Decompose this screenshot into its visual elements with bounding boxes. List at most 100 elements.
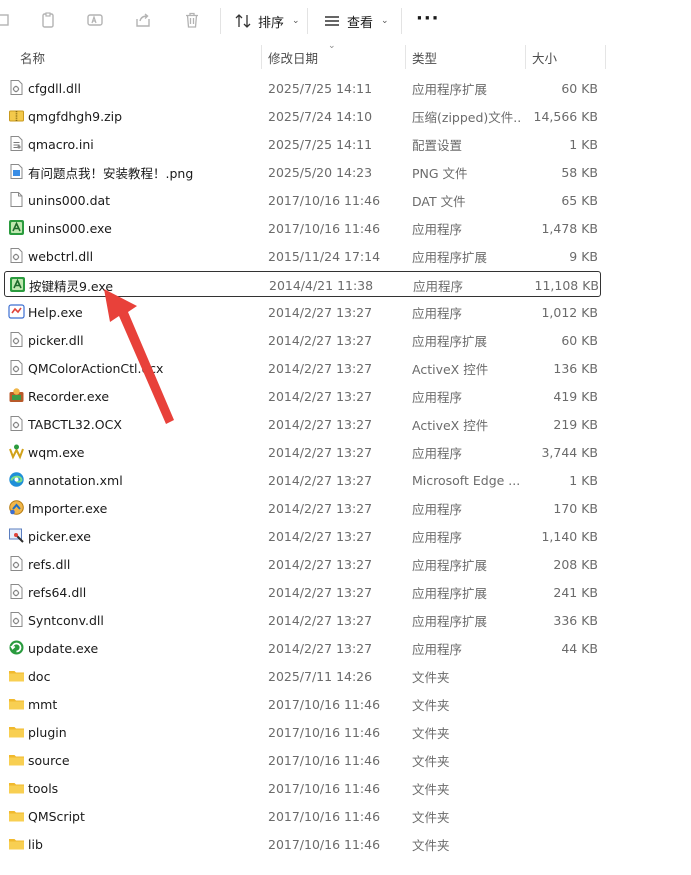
table-row[interactable]: refs64.dll 2014/2/27 13:27 应用程序扩展 241 KB bbox=[4, 579, 601, 605]
table-row[interactable]: picker.dll 2014/2/27 13:27 应用程序扩展 60 KB bbox=[4, 327, 601, 353]
file-name: mmt bbox=[28, 696, 58, 712]
file-date: 2017/10/16 11:46 bbox=[268, 808, 381, 824]
toolbar-separator bbox=[307, 8, 308, 34]
cut-icon[interactable] bbox=[0, 10, 14, 30]
app-green-icon bbox=[9, 276, 26, 293]
file-name: Importer.exe bbox=[28, 500, 108, 516]
file-date: 2017/10/16 11:46 bbox=[268, 724, 381, 740]
file-name: source bbox=[28, 752, 70, 768]
table-row[interactable]: QMScript 2017/10/16 11:46 文件夹 bbox=[4, 803, 601, 829]
column-divider[interactable] bbox=[261, 45, 262, 69]
file-size bbox=[524, 803, 598, 829]
file-type: 应用程序扩展 bbox=[412, 333, 488, 349]
table-row[interactable]: Syntconv.dll 2014/2/27 13:27 应用程序扩展 336 KB bbox=[4, 607, 601, 633]
file-size: 219 KB bbox=[553, 416, 598, 432]
file-name: Help.exe bbox=[28, 304, 83, 320]
file-type: 应用程序扩展 bbox=[412, 249, 488, 265]
file-type: 应用程序扩展 bbox=[412, 557, 488, 573]
file-name: qmgfdhgh9.zip bbox=[28, 108, 123, 124]
file-type: 应用程序 bbox=[412, 445, 463, 461]
table-row[interactable]: unins000.dat 2017/10/16 11:46 DAT 文件 65 KB bbox=[4, 187, 601, 213]
table-row[interactable]: picker.exe 2014/2/27 13:27 应用程序 1,140 KB bbox=[4, 523, 601, 549]
file-date: 2017/10/16 11:46 bbox=[268, 780, 381, 796]
column-divider[interactable] bbox=[605, 45, 606, 69]
file-name: refs.dll bbox=[28, 556, 71, 572]
table-row[interactable]: refs.dll 2014/2/27 13:27 应用程序扩展 208 KB bbox=[4, 551, 601, 577]
file-date: 2014/2/27 13:27 bbox=[268, 640, 373, 656]
file-date: 2014/2/27 13:27 bbox=[268, 444, 373, 460]
column-header-size[interactable]: 大小 bbox=[532, 43, 557, 71]
file-date: 2014/2/27 13:27 bbox=[268, 500, 373, 516]
toolbar-separator bbox=[401, 8, 402, 34]
file-type: 应用程序扩展 bbox=[412, 613, 488, 629]
table-row-selected[interactable]: 按键精灵9.exe 2014/4/21 11:38 应用程序 11,108 KB bbox=[4, 271, 601, 297]
table-row[interactable]: annotation.xml 2014/2/27 13:27 Microsoft E… bbox=[4, 467, 601, 493]
file-size: 44 KB bbox=[561, 640, 598, 656]
table-row[interactable]: mmt 2017/10/16 11:46 文件夹 bbox=[4, 691, 601, 717]
file-name: tools bbox=[28, 780, 59, 796]
table-row[interactable]: Recorder.exe 2014/2/27 13:27 应用程序 419 KB bbox=[4, 383, 601, 409]
table-row[interactable]: tools 2017/10/16 11:46 文件夹 bbox=[4, 775, 601, 801]
column-header-type[interactable]: 类型 bbox=[412, 43, 437, 71]
file-type: 文件夹 bbox=[412, 725, 450, 741]
table-row[interactable]: update.exe 2014/2/27 13:27 应用程序 44 KB bbox=[4, 635, 601, 661]
more-options-button[interactable]: ··· bbox=[416, 8, 440, 29]
view-button[interactable]: 查看 ⌄ bbox=[323, 9, 389, 33]
sort-indicator-icon: ⌄ bbox=[328, 41, 336, 51]
column-header-name[interactable]: 名称 bbox=[20, 43, 45, 71]
column-divider[interactable] bbox=[525, 45, 526, 69]
table-row[interactable]: doc 2025/7/11 14:26 文件夹 bbox=[4, 663, 601, 689]
table-row[interactable]: plugin 2017/10/16 11:46 文件夹 bbox=[4, 719, 601, 745]
table-row[interactable]: QMColorActionCtl.ocx 2014/2/27 13:27 Activ… bbox=[4, 355, 601, 381]
table-row[interactable]: cfgdll.dll 2025/7/25 14:11 应用程序扩展 60 KB bbox=[4, 75, 601, 101]
file-date: 2014/2/27 13:27 bbox=[268, 360, 373, 376]
table-row[interactable]: source 2017/10/16 11:46 文件夹 bbox=[4, 747, 601, 773]
file-date: 2017/10/16 11:46 bbox=[268, 192, 381, 208]
file-name: QMScript bbox=[28, 808, 85, 824]
picker-icon bbox=[8, 527, 25, 544]
dll-icon bbox=[8, 583, 25, 600]
column-header-date[interactable]: 修改日期 bbox=[268, 43, 318, 71]
file-date: 2025/7/25 14:11 bbox=[268, 136, 373, 152]
dll-icon bbox=[8, 79, 25, 96]
wqm-icon bbox=[8, 443, 25, 460]
table-row[interactable]: 有问题点我！安装教程！.png 2025/5/20 14:23 PNG 文件 58 K… bbox=[4, 159, 601, 185]
file-name: update.exe bbox=[28, 640, 99, 656]
table-row[interactable]: qmacro.ini 2025/7/25 14:11 配置设置 1 KB bbox=[4, 131, 601, 157]
file-size: 65 KB bbox=[561, 192, 598, 208]
file-size bbox=[524, 831, 598, 857]
delete-icon[interactable] bbox=[182, 10, 202, 30]
file-date: 2014/2/27 13:27 bbox=[268, 416, 373, 432]
file-type: 文件夹 bbox=[412, 809, 450, 825]
folder-icon bbox=[8, 807, 25, 824]
chevron-down-icon: ⌄ bbox=[292, 16, 300, 26]
command-bar: 排序 ⌄ 查看 ⌄ ··· bbox=[0, 0, 691, 40]
table-row[interactable]: Importer.exe 2014/2/27 13:27 应用程序 170 KB bbox=[4, 495, 601, 521]
sort-button[interactable]: 排序 ⌄ bbox=[234, 9, 300, 33]
file-name: unins000.dat bbox=[28, 192, 111, 208]
file-size: 1,012 KB bbox=[541, 304, 598, 320]
table-row[interactable]: Help.exe 2014/2/27 13:27 应用程序 1,012 KB bbox=[4, 299, 601, 325]
file-size: 419 KB bbox=[553, 388, 598, 404]
file-name: doc bbox=[28, 668, 51, 684]
table-row[interactable]: unins000.exe 2017/10/16 11:46 应用程序 1,478 KB bbox=[4, 215, 601, 241]
sort-icon bbox=[235, 14, 251, 28]
file-type: 文件夹 bbox=[412, 669, 450, 685]
column-divider[interactable] bbox=[405, 45, 406, 69]
table-row[interactable]: qmgfdhgh9.zip 2025/7/24 14:10 压缩(zipped)文件… bbox=[4, 103, 601, 129]
folder-icon bbox=[8, 779, 25, 796]
file-name: refs64.dll bbox=[28, 584, 87, 600]
share-icon[interactable] bbox=[133, 10, 153, 30]
paste-icon[interactable] bbox=[38, 10, 58, 30]
file-size: 1 KB bbox=[569, 136, 598, 152]
file-type: PNG 文件 bbox=[412, 165, 468, 181]
rename-icon[interactable] bbox=[85, 10, 105, 30]
table-row[interactable]: wqm.exe 2014/2/27 13:27 应用程序 3,744 KB bbox=[4, 439, 601, 465]
file-type: DAT 文件 bbox=[412, 193, 466, 209]
file-size: 208 KB bbox=[553, 556, 598, 572]
table-row[interactable]: webctrl.dll 2015/11/24 17:14 应用程序扩展 9 KB bbox=[4, 243, 601, 269]
update-icon bbox=[8, 639, 25, 656]
table-row[interactable]: TABCTL32.OCX 2014/2/27 13:27 ActiveX 控件 219… bbox=[4, 411, 601, 437]
table-row[interactable]: lib 2017/10/16 11:46 文件夹 bbox=[4, 831, 601, 857]
file-date: 2017/10/16 11:46 bbox=[268, 220, 381, 236]
